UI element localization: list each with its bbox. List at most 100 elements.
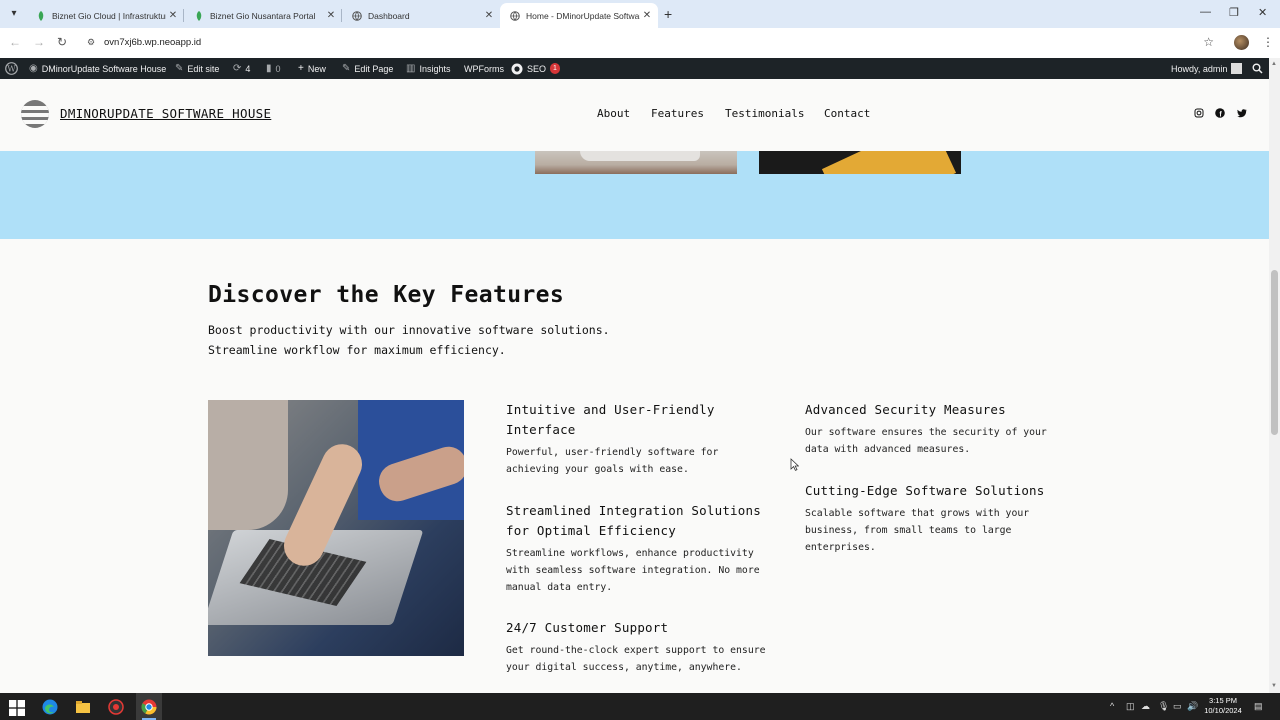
feature-item: Cutting-Edge Software Solutions Scalable… (805, 481, 1065, 556)
close-tab-icon[interactable]: ✕ (640, 10, 654, 21)
hero-image-desk (759, 151, 961, 174)
file-explorer-icon[interactable] (75, 699, 91, 715)
brush-icon: ✎ (175, 63, 184, 74)
feature-desc: Get round-the-clock expert support to en… (506, 645, 766, 673)
tray-overflow-icon[interactable]: ^ (1110, 701, 1114, 711)
my-account-link[interactable]: Howdy, admin (1171, 58, 1243, 79)
insights-link[interactable]: ▥ Insights (406, 58, 450, 79)
admin-site-name[interactable]: ◉ DMinorUpdate Software House (29, 58, 166, 79)
feature-desc: Streamline workflows, enhance productivi… (506, 548, 760, 593)
edit-site-link[interactable]: ✎ Edit site (175, 58, 219, 79)
biznet-favicon-icon (38, 10, 44, 21)
edge-browser-icon[interactable] (42, 699, 58, 715)
wpforms-label: WPForms (464, 63, 504, 74)
tab-biznet-portal[interactable]: Biznet Gio Nusantara Portal ✕ (184, 3, 342, 28)
edit-page-link[interactable]: ✎ Edit Page (342, 58, 393, 79)
close-tab-icon[interactable]: ✕ (324, 10, 338, 21)
new-label: New (307, 63, 326, 74)
nav-features[interactable]: Features (651, 107, 704, 120)
biznet-favicon-icon (196, 10, 202, 21)
globe-favicon-icon (352, 10, 362, 21)
feature-item: 24/7 Customer Support Get round-the-cloc… (506, 618, 766, 676)
seo-badge: 1 (550, 63, 560, 74)
comments-count: 0 (275, 63, 281, 74)
wordpress-logo-icon[interactable]: W (5, 58, 18, 79)
howdy-label: Howdy, admin (1171, 63, 1228, 74)
nav-testimonials[interactable]: Testimonials (725, 107, 804, 120)
tab-biznet-cloud[interactable]: Biznet Gio Cloud | Infrastruktur ✕ (26, 3, 184, 28)
comments-link[interactable]: ▮ 0 (266, 58, 281, 79)
restore-icon[interactable]: ❐ (1229, 6, 1239, 19)
svg-text:W: W (7, 65, 16, 74)
network-icon[interactable]: ▭ (1173, 701, 1182, 712)
volume-icon[interactable]: 🔊 (1187, 701, 1198, 712)
seo-link[interactable]: SEO 1 (511, 58, 560, 79)
tray-app-icon[interactable]: ◫ (1126, 701, 1135, 712)
edit-site-label: Edit site (187, 63, 220, 74)
chrome-taskbar-slot[interactable] (136, 693, 162, 720)
feature-photo-laptop (208, 400, 464, 656)
minimize-icon[interactable]: — (1200, 6, 1211, 18)
reload-icon[interactable]: ↻ (57, 35, 67, 49)
dashboard-icon: ◉ (29, 63, 38, 74)
subtitle-line: Boost productivity with our innovative s… (208, 323, 610, 337)
feature-title: Advanced Security Measures (805, 402, 1006, 417)
taskbar-clock[interactable]: 3:15 PM 10/10/2024 (1198, 696, 1248, 716)
close-tab-icon[interactable]: ✕ (482, 10, 496, 21)
feature-title: Cutting-Edge Software Solutions (805, 483, 1045, 498)
windows-start-icon[interactable] (9, 700, 25, 716)
site-viewport: DMINORUPDATE SOFTWARE HOUSE About Featur… (0, 79, 1269, 693)
facebook-icon[interactable]: f (1215, 108, 1225, 121)
browser-menu-icon[interactable]: ⋮ (1262, 35, 1274, 49)
feature-title: Streamlined Integration Solutions for Op… (506, 503, 761, 538)
site-logo-icon[interactable] (21, 100, 49, 128)
tab-search-chevron-icon[interactable]: ▾ (6, 6, 22, 22)
comment-icon: ▮ (266, 63, 272, 74)
address-bar[interactable]: ⚙ ovn7xj6b.wp.neoapp.id ☆ (80, 32, 1226, 54)
updates-icon: ⟳ (233, 63, 242, 74)
mouse-cursor-icon (790, 458, 799, 471)
tab-title: Biznet Gio Cloud | Infrastruktur (52, 10, 166, 21)
cloud-icon[interactable]: ☁ (1141, 701, 1150, 712)
browser-toolbar: ← → ↻ ⚙ ovn7xj6b.wp.neoapp.id ☆ (0, 28, 1280, 58)
profile-avatar[interactable] (1234, 35, 1249, 50)
tab-dashboard[interactable]: Dashboard ✕ (342, 3, 500, 28)
twitter-icon[interactable] (1237, 108, 1247, 121)
site-title[interactable]: DMINORUPDATE SOFTWARE HOUSE (60, 106, 271, 121)
close-tab-icon[interactable]: ✕ (166, 10, 180, 21)
notification-icon[interactable]: ▤ (1254, 701, 1263, 712)
nav-contact[interactable]: Contact (824, 107, 870, 120)
new-content-link[interactable]: + New (298, 58, 326, 79)
wp-admin-bar: W ◉ DMinorUpdate Software House ✎ Edit s… (0, 58, 1280, 79)
nav-about[interactable]: About (597, 107, 630, 120)
url-text[interactable]: ovn7xj6b.wp.neoapp.id (104, 37, 201, 48)
scrollbar-thumb[interactable] (1271, 270, 1278, 435)
scroll-up-icon[interactable]: ▲ (1271, 61, 1277, 67)
chrome-browser-icon (141, 699, 157, 715)
microphone-icon[interactable]: 🎙 (1158, 701, 1169, 712)
updates-link[interactable]: ⟳ 4 (233, 58, 250, 79)
clock-time: 3:15 PM (1209, 696, 1237, 705)
subtitle-line: Streamline workflow for maximum efficien… (208, 342, 506, 357)
site-info-icon[interactable]: ⚙ (87, 37, 95, 48)
feature-desc: Scalable software that grows with your b… (805, 508, 1030, 553)
forward-icon[interactable]: → (33, 35, 45, 49)
clock-date: 10/10/2024 (1204, 706, 1242, 715)
page-scrollbar[interactable]: ▲ ▼ (1269, 58, 1280, 693)
seo-label: SEO (527, 63, 547, 74)
windows-taskbar: ^ ◫ ☁ 🎙 ▭ 🔊 3:15 PM 10/10/2024 ▤ (0, 693, 1280, 720)
search-icon[interactable] (1252, 58, 1263, 79)
close-window-icon[interactable]: ✕ (1258, 6, 1267, 19)
avatar (1231, 63, 1243, 74)
bar-chart-icon: ▥ (406, 63, 416, 74)
back-icon[interactable]: ← (9, 35, 21, 49)
tab-title: Home - DMinorUpdate Software (526, 10, 640, 21)
bookmark-star-icon[interactable]: ☆ (1203, 35, 1214, 49)
tab-home-dminorupdate[interactable]: Home - DMinorUpdate Software ✕ (500, 3, 658, 28)
new-tab-icon[interactable]: + (664, 6, 672, 22)
screen-recorder-icon[interactable] (108, 699, 124, 715)
instagram-icon[interactable] (1194, 108, 1204, 121)
wpforms-link[interactable]: WPForms (464, 58, 504, 79)
edit-page-label: Edit Page (354, 63, 394, 74)
scroll-down-icon[interactable]: ▼ (1271, 683, 1277, 689)
